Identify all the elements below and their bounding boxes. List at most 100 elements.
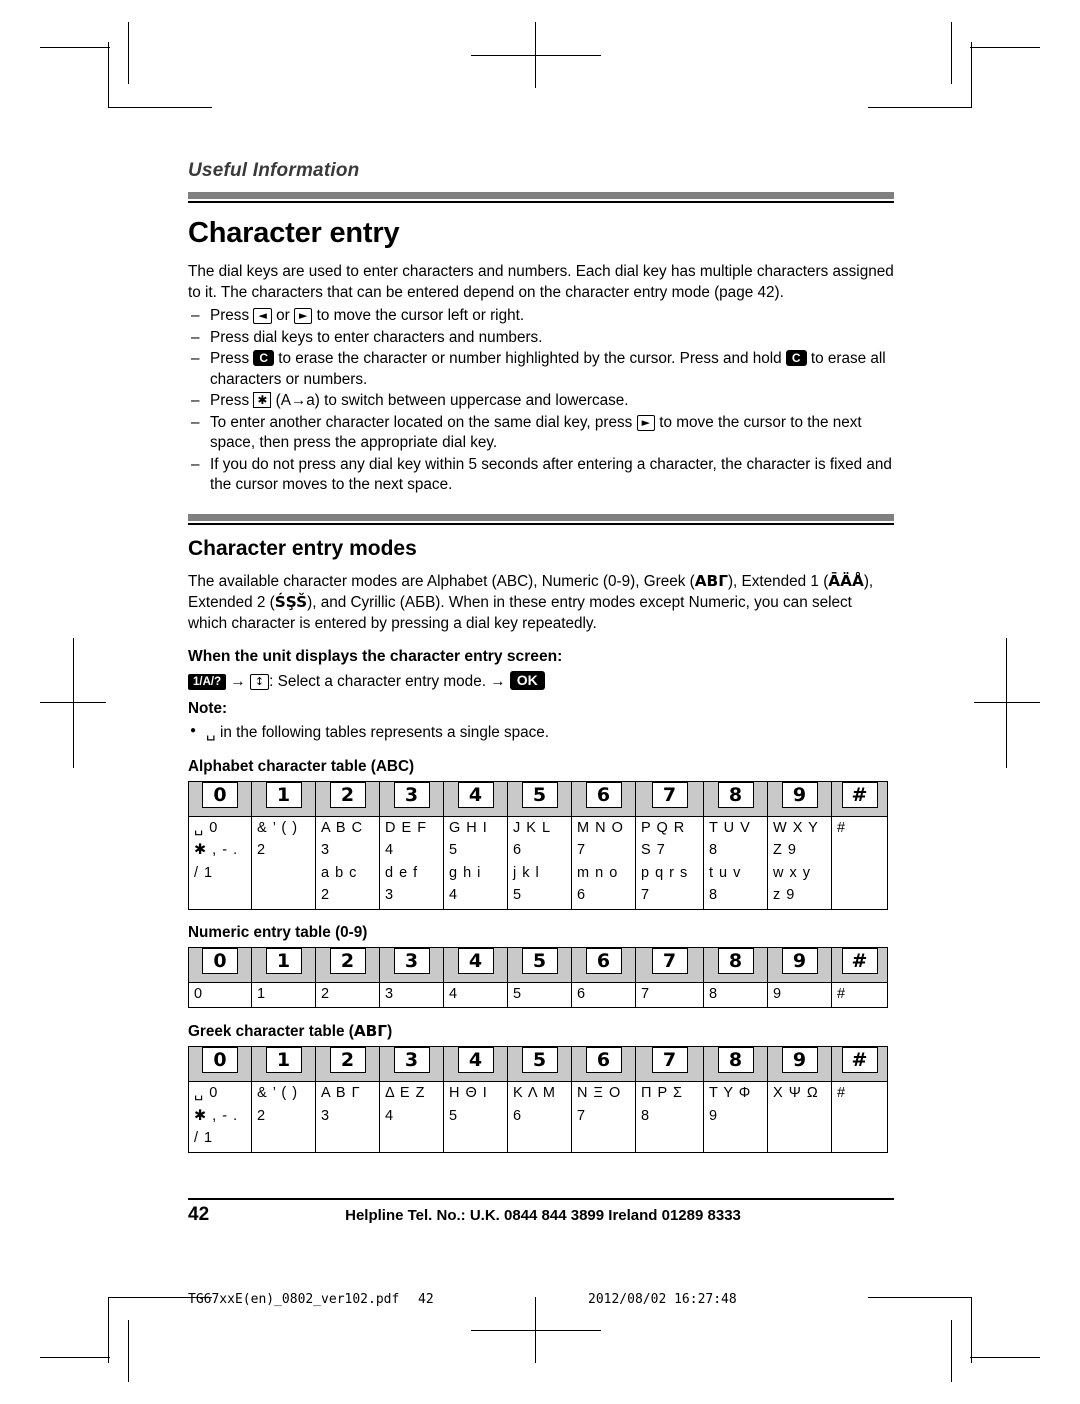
table-key-cell: 3 (379, 780, 444, 817)
cell-l0: M N O (577, 819, 624, 836)
cell-l1: 6 (513, 1107, 523, 1124)
ext1-symbol: ĀÄÅ (828, 571, 864, 590)
cell-l1: 4 (385, 842, 395, 858)
cell-l2 (252, 1129, 315, 1132)
running-head: Useful Information (188, 160, 360, 181)
cell-l0: Ν Ξ Ο (577, 1085, 622, 1101)
arrow-1: → (230, 673, 246, 690)
arrow-2: → (490, 673, 506, 690)
keycap: 9 (781, 1047, 818, 1073)
table-key-cell: 7 (635, 780, 704, 817)
modes-p1: The available character modes are Alphab… (188, 572, 695, 590)
filestamp-page: 42 (418, 1292, 434, 1307)
cell-l2 (316, 1129, 379, 1132)
table-cell: J K L 6 j k l 5 (507, 815, 572, 910)
right-arrow-key-icon: ► (636, 414, 656, 431)
cell-l3: 4 (449, 887, 459, 903)
left-arrow-key-icon: ◄ (253, 308, 272, 324)
table-key-cell: 2 (315, 1046, 380, 1082)
table-cell: D E F 4 d e f 3 (379, 815, 444, 910)
table-key-cell: 6 (571, 946, 636, 983)
table-cell: Η Θ Ι 5 (443, 1081, 508, 1153)
table-key-cell: 4 (443, 946, 508, 983)
table-cell: 0 (188, 981, 252, 1008)
table-key-cell: # (831, 1046, 888, 1082)
print-filestamp: TG67xxE(en)_0802_ver102.pdf 42 2012/08/0… (188, 1292, 894, 1307)
cell-l2 (636, 1129, 703, 1132)
table-key-cell: 9 (767, 946, 832, 983)
table-key-cell: 5 (507, 780, 572, 817)
cell-value: 1 (257, 985, 267, 1002)
table-key-cell: 8 (703, 780, 768, 817)
table-cell: Π Ρ Σ 8 (635, 1081, 704, 1153)
cell-l2: w x y (773, 864, 812, 881)
table-cell: # (831, 981, 888, 1008)
cell-l2: a b c (321, 864, 358, 881)
bullet-1-text: Press dial keys to enter characters and … (210, 328, 543, 346)
keycap: 7 (651, 947, 688, 974)
bullet-2-mid: to erase the character or number highlig… (274, 350, 786, 367)
cell-l0: G H I (449, 819, 488, 836)
cell-l3: 3 (385, 887, 395, 903)
cell-l0: Δ Ε Ζ (385, 1085, 426, 1101)
list-item: Press dial keys to enter characters and … (188, 328, 894, 349)
list-item: ␣ in the following tables represents a s… (188, 721, 894, 744)
keycap: 5 (521, 947, 558, 974)
keycap: 0 (202, 947, 238, 974)
table-key-cell: 7 (635, 1046, 704, 1082)
keycap: 9 (781, 947, 818, 974)
cell-l0: Α Β Γ (321, 1085, 361, 1101)
table-key-cell: 8 (703, 1046, 768, 1082)
intro-paragraph: The dial keys are used to enter characte… (188, 263, 894, 301)
keycap: 0 (202, 781, 238, 808)
cell-l1: 7 (577, 842, 587, 858)
table-key-cell: 8 (703, 946, 768, 983)
table-key-cell: 0 (188, 1046, 252, 1082)
bullet-3-post: (A→a) to switch between uppercase and lo… (271, 392, 629, 409)
page-content: Useful Information Character entry The d… (188, 160, 894, 1153)
table-cell: 9 (767, 981, 832, 1008)
ext2-symbol: ŚŞŠ (274, 593, 308, 611)
table-cell: # (831, 1081, 888, 1153)
table-cell: # (831, 815, 888, 910)
cell-l3 (189, 886, 251, 889)
table-key-cell: 3 (379, 946, 444, 983)
keycap: 1 (265, 781, 302, 808)
instruction-list: Press ◄ or ► to move the cursor left or … (188, 306, 894, 496)
space-symbol-icon: ␣ (206, 723, 216, 741)
cell-value: 0 (194, 985, 204, 1002)
table-key-cell: 1 (251, 1046, 316, 1082)
keycap: 7 (651, 1047, 688, 1073)
keycap: 2 (329, 1047, 366, 1073)
page-title: Character entry (188, 217, 400, 249)
cell-value: 2 (321, 985, 331, 1002)
cell-l0: P Q R (641, 819, 686, 836)
cell-l2: d e f (385, 864, 419, 881)
keycap: 8 (717, 1047, 754, 1073)
cell-value: # (837, 985, 847, 1002)
table-key-cell: 1 (251, 780, 316, 817)
cell-l0: Κ Λ Μ (513, 1085, 556, 1101)
list-item: Press ✱ (A→a) to switch between uppercas… (188, 391, 894, 412)
footer-rule (188, 1198, 894, 1200)
table-key-cell: 1 (251, 946, 316, 983)
cell-l3: 5 (513, 887, 523, 903)
keycap: 1 (265, 1047, 302, 1073)
keycap: 5 (521, 781, 558, 808)
cell-l3 (832, 847, 887, 850)
table-key-cell: 6 (571, 1046, 636, 1082)
clear-key-icon: C (785, 350, 807, 366)
cell-l0: A B C (321, 819, 364, 836)
table-row: ␣ 0 ✱ , - . / 1 & ’ ( ) 2 Α Β Γ 3 Δ Ε Ζ 4 Η Θ… (188, 1081, 888, 1153)
cell-l1: 8 (641, 1107, 651, 1124)
list-item: Press C to erase the character or number… (188, 349, 894, 390)
bullet-3-pre: Press (210, 392, 254, 409)
table-cell: 5 (507, 981, 572, 1008)
select-mode-line: 1/A/? → ↕: Select a character entry mode… (188, 671, 894, 692)
table-key-cell: 2 (315, 946, 380, 983)
list-item: To enter another character located on th… (188, 413, 894, 454)
subsection-title: Character entry modes (188, 536, 417, 560)
table-cell: ␣ 0 ✱ , - . / 1 (188, 815, 252, 910)
cell-l0: # (837, 819, 847, 836)
keycap: # (841, 1047, 878, 1073)
